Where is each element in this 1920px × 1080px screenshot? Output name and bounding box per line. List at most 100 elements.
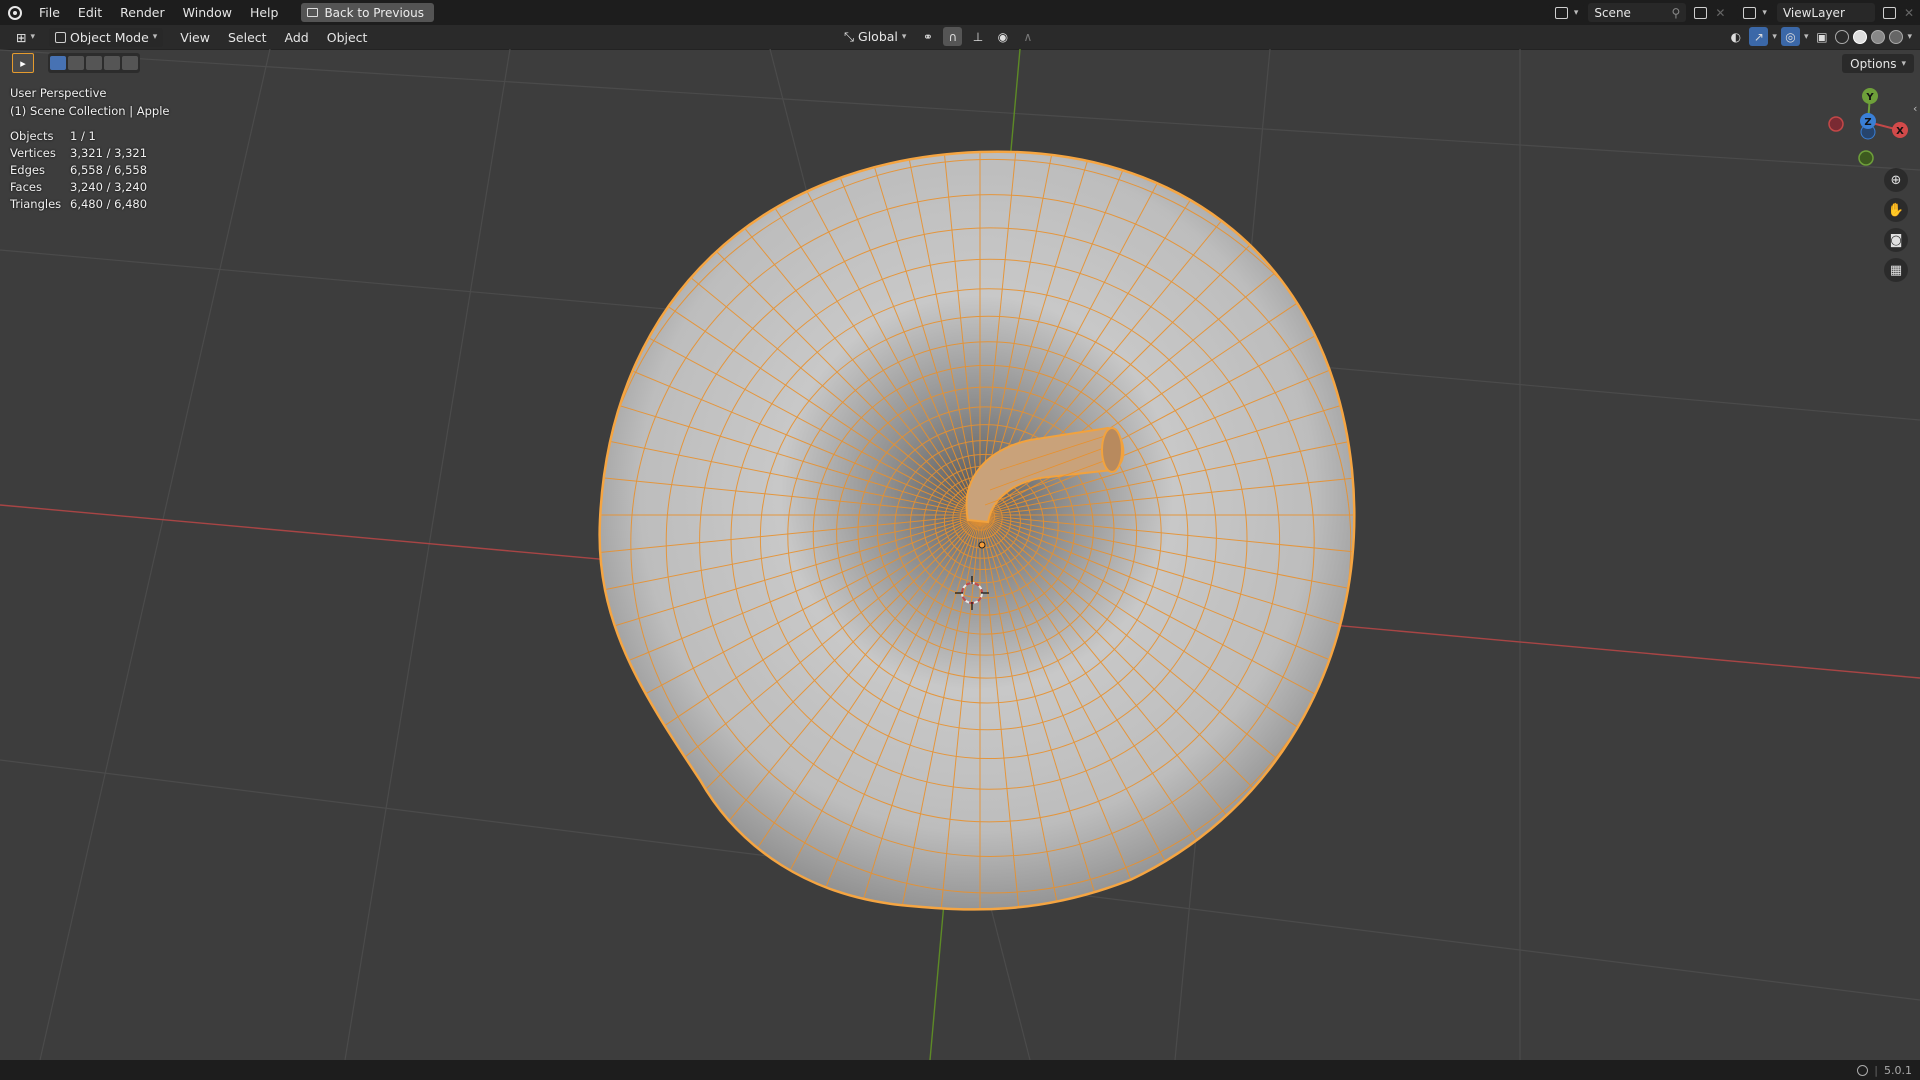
stat-value: 3,240 / 3,240 — [70, 180, 148, 194]
menu-add[interactable]: Add — [276, 25, 318, 50]
close-viewlayer-icon[interactable]: ✕ — [1904, 6, 1914, 20]
tool-settings-row: ▸ — [12, 53, 140, 73]
chevron-down-icon[interactable]: ▾ — [1772, 32, 1777, 42]
select-tool-icon[interactable]: ▸ — [12, 53, 34, 73]
mode-label: Object Mode — [70, 29, 149, 45]
menu-select[interactable]: Select — [219, 25, 276, 50]
viewlayer-name-field[interactable]: ViewLayer — [1776, 3, 1875, 22]
scene-selector[interactable]: ▾ — [1548, 3, 1585, 22]
top-right-controls: ▾ Scene ⚲ ✕ ▾ ViewLayer ✕ — [1548, 0, 1920, 25]
grid-icon[interactable]: ▦ — [1884, 258, 1908, 282]
options-label: Options — [1850, 56, 1897, 71]
rendered-shading-icon[interactable] — [1889, 29, 1904, 44]
status-bar: | 5.0.1 — [0, 1060, 1920, 1080]
chevron-down-icon[interactable]: ▾ — [1804, 32, 1809, 42]
select-extend-icon[interactable] — [68, 56, 84, 70]
menu-window[interactable]: Window — [174, 0, 241, 25]
gizmo-x-label: X — [1896, 126, 1904, 137]
stem-cap — [1101, 427, 1123, 473]
scene-name-field[interactable]: Scene ⚲ — [1588, 3, 1687, 22]
proportional-edit-icon[interactable]: ◉ — [993, 27, 1012, 46]
new-scene-icon[interactable] — [1694, 6, 1708, 19]
view-name: User Perspective — [10, 86, 107, 100]
snap-target-icon[interactable]: ⊥ — [968, 27, 987, 46]
menu-file[interactable]: File — [30, 0, 69, 25]
select-new-icon[interactable] — [50, 56, 66, 70]
pivot-icon[interactable]: ⚭ — [918, 27, 937, 46]
gizmo-neg-y[interactable] — [1858, 150, 1874, 166]
selection-mode-group — [48, 53, 140, 73]
chevron-down-icon: ▾ — [1573, 7, 1579, 18]
transform-orientation-selector[interactable]: ⤡ Global ▾ — [838, 27, 912, 46]
apple-object[interactable] — [460, 49, 1500, 1035]
xray-icon[interactable]: ▣ — [1812, 27, 1831, 46]
new-viewlayer-icon[interactable] — [1882, 6, 1896, 19]
status-separator: | — [1874, 1063, 1878, 1077]
back-to-previous-button[interactable]: Back to Previous — [301, 3, 434, 22]
chevron-down-icon: ▾ — [1901, 58, 1906, 69]
gizmo-neg-x[interactable] — [1828, 116, 1844, 132]
viewlayer-name: ViewLayer — [1782, 5, 1845, 20]
hand-icon[interactable]: ✋ — [1884, 198, 1908, 222]
collection-label: (1) Scene Collection | Apple — [10, 104, 170, 118]
solid-shading-icon[interactable] — [1853, 29, 1868, 44]
stat-row: Faces 3,240 / 3,240 — [10, 179, 169, 196]
globe-icon — [1857, 1064, 1869, 1076]
snap-icon[interactable]: ∩ — [943, 27, 963, 46]
stat-label: Faces — [10, 180, 42, 194]
viewlayer-selector[interactable]: ▾ — [1737, 3, 1773, 22]
editor-type-icon: ⊞ — [16, 29, 27, 45]
pin-icon[interactable]: ⚲ — [1672, 6, 1681, 20]
zoom-icon[interactable]: ⊕ — [1884, 168, 1908, 192]
mode-selector[interactable]: Object Mode ▾ — [49, 27, 164, 47]
chevron-down-icon: ▾ — [30, 32, 36, 42]
select-intersect-icon[interactable] — [122, 56, 138, 70]
stat-label: Triangles — [10, 197, 62, 211]
menu-view[interactable]: View — [171, 25, 219, 50]
visibility-icon[interactable]: ◐ — [1726, 27, 1745, 46]
wireframe-shading-icon[interactable] — [1835, 29, 1850, 44]
top-bar: File Edit Render Window Help Back to Pre… — [0, 0, 1920, 25]
scene-statistics: Objects 1 / 1 Vertices 3,321 / 3,321 Edges… — [10, 128, 169, 213]
material-shading-icon[interactable] — [1871, 29, 1886, 44]
viewport-header: ⊞ ▾ Object Mode ▾ View Select Add Object … — [0, 25, 1920, 50]
stat-value: 3,321 / 3,321 — [70, 146, 148, 160]
object-mode-icon — [55, 31, 67, 43]
overlay-icon[interactable]: ◎ — [1780, 27, 1800, 46]
chevron-down-icon: ▾ — [152, 32, 158, 42]
stat-value: 1 / 1 — [70, 129, 96, 143]
scene-name: Scene — [1594, 5, 1631, 20]
blender-logo-icon[interactable] — [8, 5, 22, 20]
chevron-down-icon: ▾ — [1762, 7, 1767, 18]
stat-row: Vertices 3,321 / 3,321 — [10, 145, 169, 162]
object-origin — [978, 541, 986, 549]
viewport-info-overlay: User Perspective (1) Scene Collection | … — [10, 84, 169, 213]
stat-row: Objects 1 / 1 — [10, 128, 169, 145]
menu-edit[interactable]: Edit — [69, 0, 111, 25]
navigation-buttons: ⊕ ✋ ◙ ▦ — [1884, 168, 1908, 282]
select-invert-icon[interactable] — [104, 56, 120, 70]
transform-tools: ⤡ Global ▾ ⚭ ∩ ⊥ ◉ ∧ — [838, 27, 1037, 46]
chevron-down-icon[interactable]: ▾ — [1907, 32, 1912, 42]
sidebar-toggle-icon[interactable]: ‹ — [1913, 102, 1917, 115]
transform-icon: ⤡ — [844, 28, 855, 44]
close-scene-icon[interactable]: ✕ — [1715, 6, 1725, 20]
select-subtract-icon[interactable] — [86, 56, 102, 70]
viewport-display-tools: ◐ ↗ ▾ ◎ ▾ ▣ ▾ — [1726, 27, 1912, 46]
editor-type-button[interactable]: ⊞ ▾ — [10, 28, 41, 47]
stat-label: Objects — [10, 129, 54, 143]
stat-row: Triangles 6,480 / 6,480 — [10, 196, 169, 213]
navigation-gizmo[interactable]: Y Z X — [1828, 88, 1908, 166]
back-icon — [307, 8, 319, 17]
transform-orientation-label: Global — [858, 29, 898, 44]
options-button[interactable]: Options ▾ — [1842, 54, 1914, 73]
gizmo-icon[interactable]: ↗ — [1749, 27, 1769, 46]
menu-help[interactable]: Help — [241, 0, 288, 25]
menu-render[interactable]: Render — [111, 0, 174, 25]
menu-object[interactable]: Object — [318, 25, 377, 50]
stat-label: Vertices — [10, 146, 56, 160]
stat-row: Edges 6,558 / 6,558 — [10, 162, 169, 179]
camera-icon[interactable]: ◙ — [1884, 228, 1908, 252]
falloff-icon[interactable]: ∧ — [1018, 27, 1037, 46]
3d-viewport[interactable]: Y Z X ‹ — [0, 49, 1920, 1060]
